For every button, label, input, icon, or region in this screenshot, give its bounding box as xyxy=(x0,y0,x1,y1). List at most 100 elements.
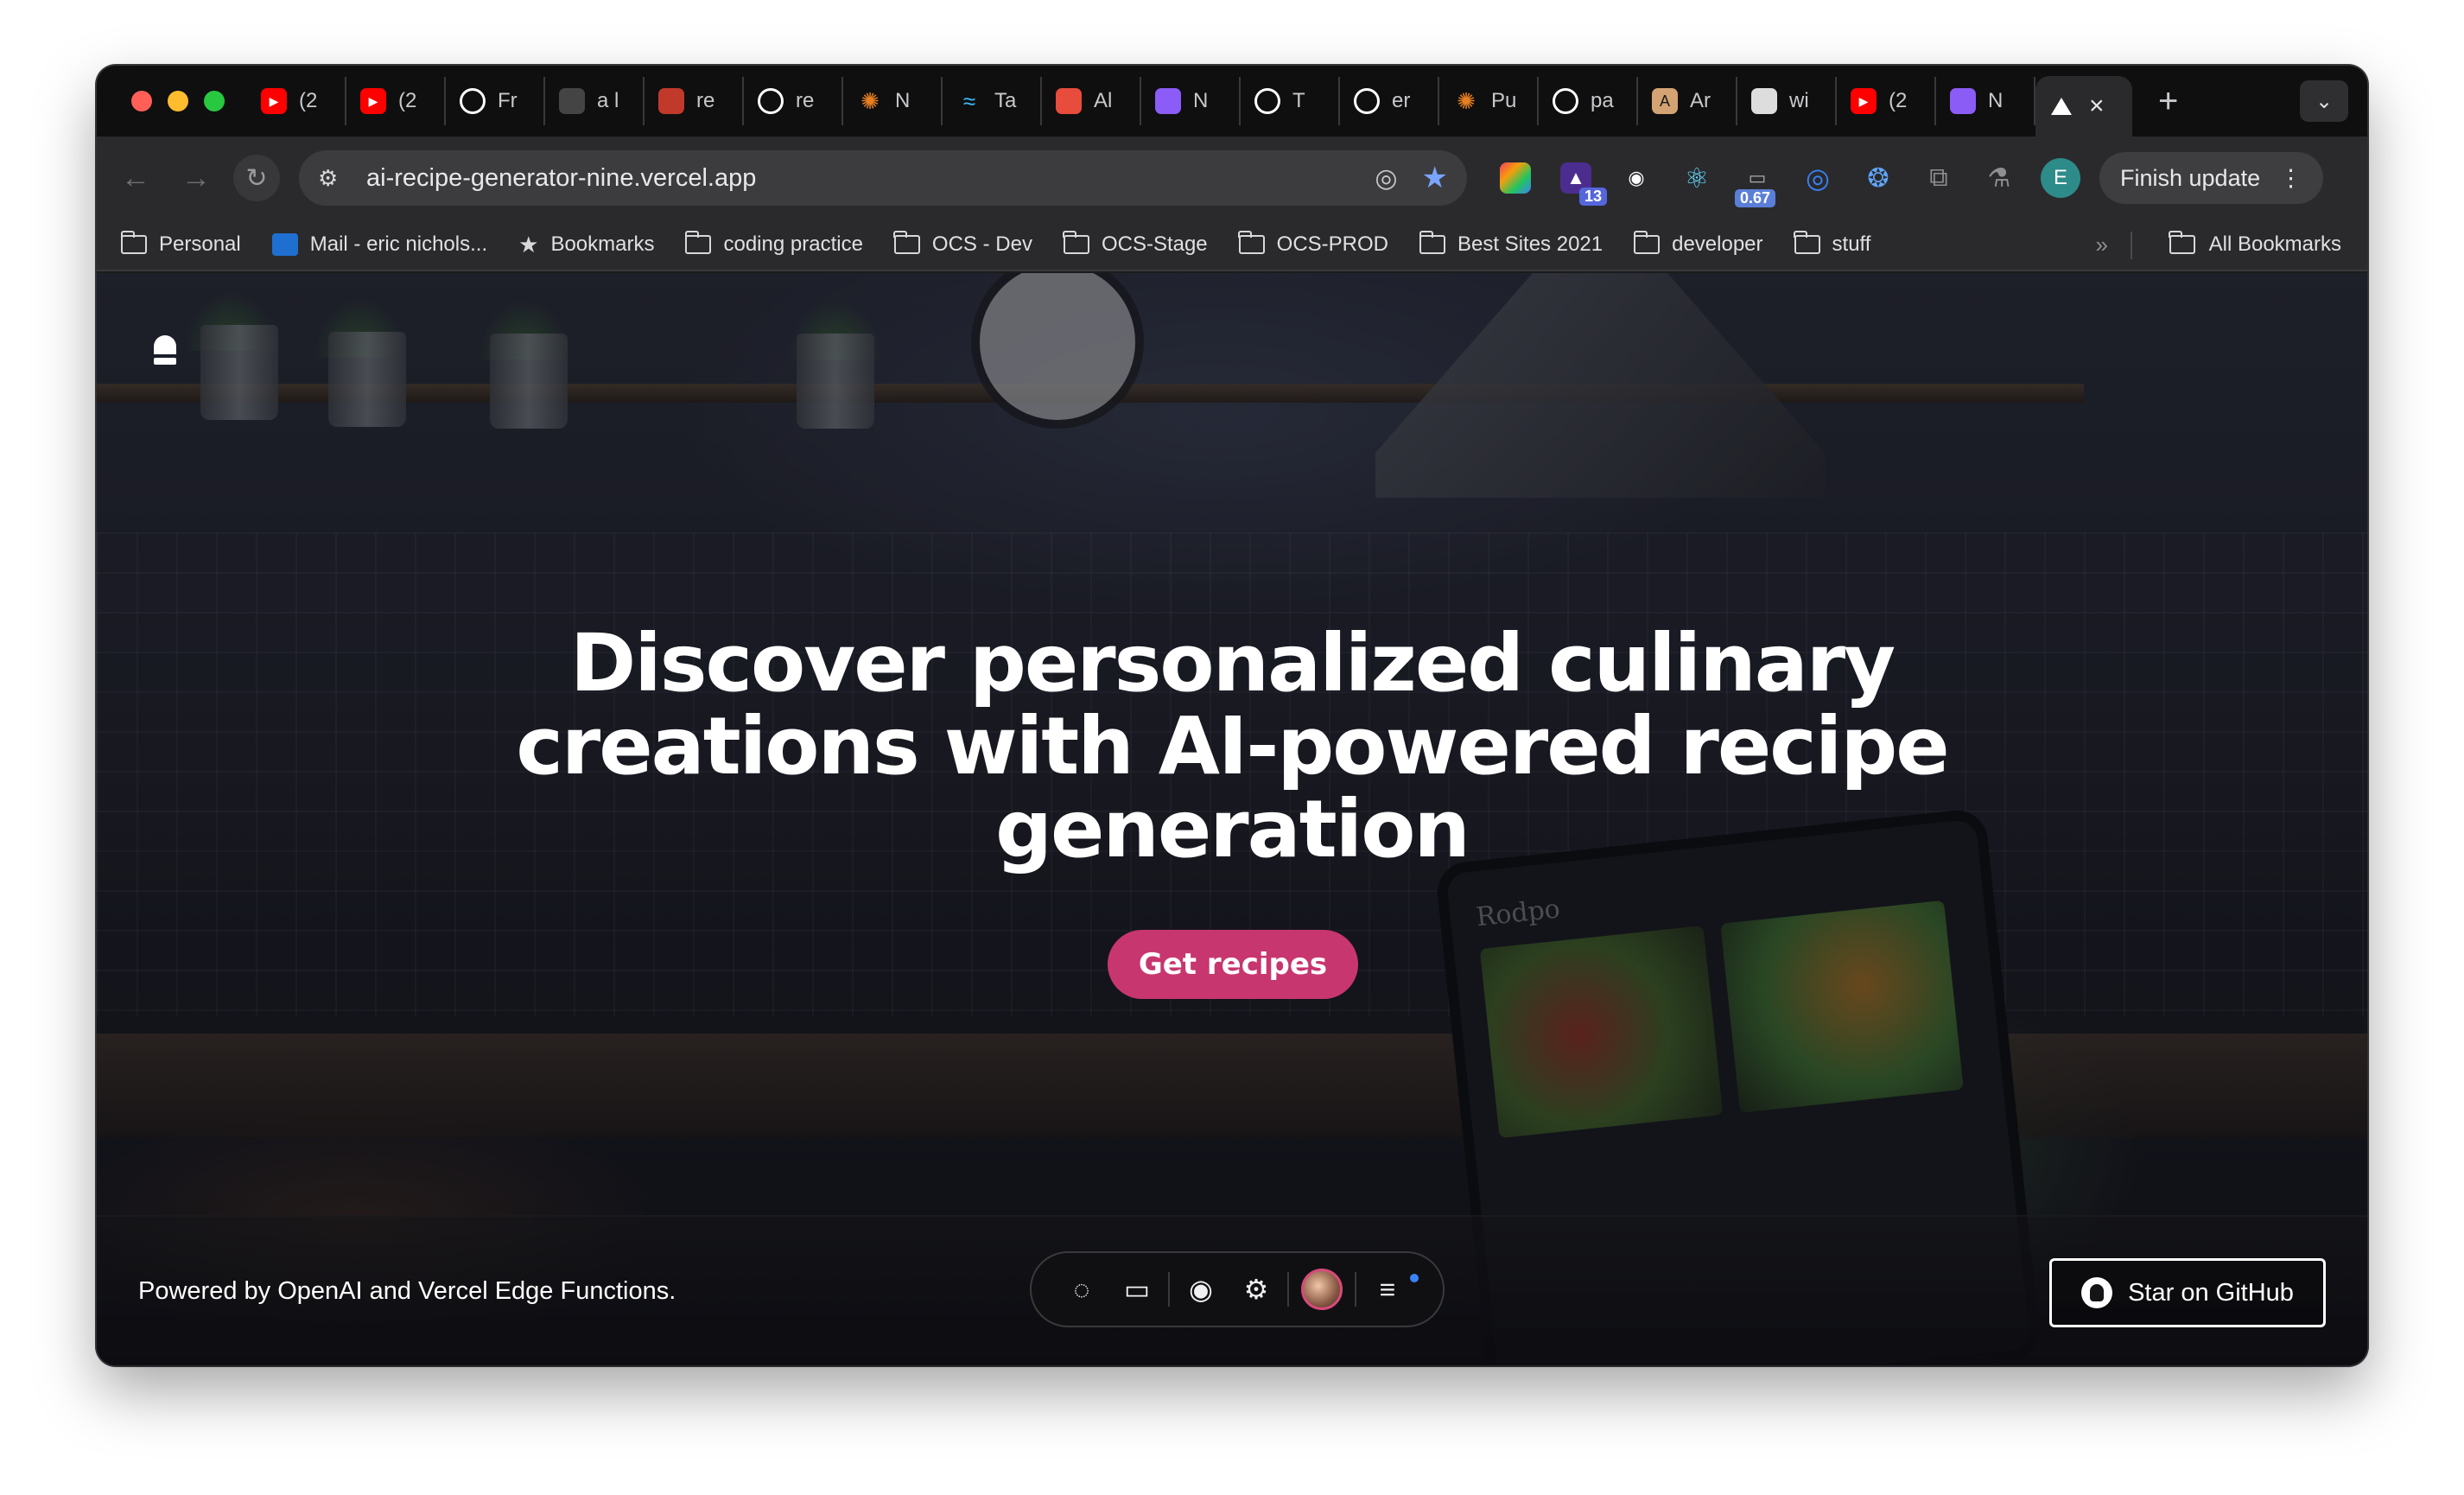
flask-labs-icon[interactable]: ⚗ xyxy=(1984,162,2015,194)
finish-update-button[interactable]: Finish update ⋮ xyxy=(2099,152,2324,204)
tab-title: Pu xyxy=(1491,89,1517,112)
eye-off-icon[interactable]: ◎ xyxy=(1375,163,1397,194)
extensions-area: ▲ 13 ◉ ⚛ ▭ 0.67 ◎ ❂ ⧉ ⚗ xyxy=(1500,162,2015,207)
blue-circle-extension-icon[interactable]: ◎ xyxy=(1802,162,1833,194)
hero-headline: Discover personalized culinary creations … xyxy=(97,622,2367,871)
tab-active[interactable]: × xyxy=(2035,76,2132,137)
tab[interactable]: T xyxy=(1241,77,1340,125)
grad-cap-extension-icon[interactable]: ▲ 13 xyxy=(1560,162,1607,206)
kebab-menu-icon: ⋮ xyxy=(2279,164,2303,191)
tab[interactable]: ≈ Ta xyxy=(943,77,1042,125)
app-icon xyxy=(1155,88,1181,114)
url-text[interactable]: ai-recipe-generator-nine.vercel.app xyxy=(366,164,1375,193)
score-extension-icon[interactable]: ▭ 0.67 xyxy=(1735,162,1776,207)
settings-icon[interactable]: ⚙ xyxy=(1229,1273,1284,1306)
tab[interactable]: Fr xyxy=(446,77,545,125)
bookmark-item[interactable]: OCS - Dev xyxy=(893,231,1032,257)
bookmark-label: developer xyxy=(1672,232,1763,256)
browser-window: ▶ (2 ▶ (2 Fr a l re re ✺ N ≈ Ta Al N Ter ✺ Pu pa A Ar wi ▶ (2 N… xyxy=(97,66,2367,1365)
folder-icon xyxy=(1794,231,1820,254)
sparkle-icon: ✺ xyxy=(1457,87,1476,114)
folder-icon xyxy=(1063,231,1089,254)
profile-avatar[interactable]: E xyxy=(2041,158,2080,198)
site-settings-icon[interactable]: ⚙ xyxy=(318,165,347,192)
forward-button[interactable]: → xyxy=(166,162,226,195)
folder-icon xyxy=(1238,231,1265,254)
youtube-icon: ▶ xyxy=(261,88,287,114)
bookmark-item[interactable]: OCS-Stage xyxy=(1063,231,1208,257)
inbox-icon[interactable]: ▭ xyxy=(1109,1273,1165,1306)
bookmark-item[interactable]: Personal xyxy=(120,231,241,257)
tab[interactable]: ▶ (2 xyxy=(1837,77,1936,125)
tab[interactable]: A Ar xyxy=(1638,77,1737,125)
tab[interactable]: a l xyxy=(545,77,645,125)
chat-icon[interactable]: ◌ xyxy=(1054,1274,1109,1306)
color-extension-icon[interactable] xyxy=(1500,162,1531,194)
menu-icon[interactable]: ≡ xyxy=(1360,1274,1415,1306)
tab-title: T xyxy=(1292,89,1305,112)
bookmark-item[interactable]: stuff xyxy=(1794,231,1870,257)
all-bookmarks-button[interactable]: All Bookmarks xyxy=(2169,231,2341,257)
bookmark-item[interactable]: OCS-PROD xyxy=(1238,231,1388,257)
lastpass-extension-icon[interactable]: ◉ xyxy=(1621,162,1652,194)
tab[interactable]: pa xyxy=(1539,77,1638,125)
page-footer: Powered by OpenAI and Vercel Edge Functi… xyxy=(97,1215,2367,1365)
toolbar-divider xyxy=(1355,1272,1356,1307)
bookmark-item[interactable]: Best Sites 2021 xyxy=(1419,231,1603,257)
close-tab-icon[interactable]: × xyxy=(2089,92,2105,121)
tab-title: re xyxy=(796,89,815,112)
tab[interactable]: N xyxy=(1936,77,2035,125)
tab-title: er xyxy=(1392,89,1411,112)
tab[interactable]: ✺ N xyxy=(843,77,943,125)
tab-title: (2 xyxy=(299,89,318,112)
github-icon xyxy=(1354,88,1380,114)
back-button[interactable]: ← xyxy=(105,162,166,195)
get-recipes-button[interactable]: Get recipes xyxy=(1108,930,1358,999)
tab[interactable]: re xyxy=(645,77,744,125)
bookmark-star-icon[interactable]: ★ xyxy=(1422,161,1448,195)
notification-dot xyxy=(1410,1274,1419,1282)
eye-icon[interactable]: ◉ xyxy=(1173,1273,1229,1306)
tab[interactable]: wi xyxy=(1737,77,1837,125)
minimize-window-button[interactable] xyxy=(168,91,188,111)
user-avatar[interactable] xyxy=(1301,1269,1343,1310)
folder-icon xyxy=(893,231,920,254)
bookmark-label: OCS-Stage xyxy=(1101,232,1208,256)
close-window-button[interactable] xyxy=(131,91,152,111)
tailwind-icon: ≈ xyxy=(962,87,976,114)
tab[interactable]: Al xyxy=(1042,77,1141,125)
tab[interactable]: er xyxy=(1340,77,1439,125)
tab-title: Ar xyxy=(1690,89,1711,112)
react-devtools-icon[interactable]: ⚛ xyxy=(1681,162,1712,194)
bookmark-label: OCS-PROD xyxy=(1276,232,1388,256)
folder-icon xyxy=(684,231,712,254)
puzzle-extensions-icon[interactable]: ⧉ xyxy=(1923,162,1954,194)
openai-extension-icon[interactable]: ❂ xyxy=(1863,162,1894,194)
maximize-window-button[interactable] xyxy=(204,91,225,111)
tab-search-button[interactable]: ⌄ xyxy=(2300,80,2348,122)
reload-button[interactable]: ↻ xyxy=(233,155,280,201)
notification-badge: 13 xyxy=(1578,188,1607,206)
tab-title: re xyxy=(696,89,715,112)
tab[interactable]: N xyxy=(1141,77,1241,125)
bookmark-label: Mail - eric nichols... xyxy=(309,232,488,256)
tab[interactable]: ✺ Pu xyxy=(1439,77,1539,125)
youtube-icon: ▶ xyxy=(1851,88,1877,114)
bookmark-item[interactable]: coding practice xyxy=(684,231,863,257)
tab[interactable]: ▶ (2 xyxy=(247,77,346,125)
tab[interactable]: re xyxy=(744,77,843,125)
all-bookmarks-label: All Bookmarks xyxy=(2208,232,2341,256)
tab[interactable]: ▶ (2 xyxy=(346,77,446,125)
app-icon xyxy=(1950,88,1976,114)
bookmark-item[interactable]: ★ Bookmarks xyxy=(518,232,654,258)
anthropic-icon: A xyxy=(1652,88,1678,114)
bookmark-item[interactable]: Mail - eric nichols... xyxy=(271,232,488,257)
bookmark-item[interactable]: developer xyxy=(1633,231,1763,257)
star-on-github-button[interactable]: Star on GitHub xyxy=(2049,1258,2326,1327)
github-icon xyxy=(1553,88,1578,114)
new-tab-button[interactable]: + xyxy=(2158,82,2178,121)
address-bar[interactable]: ⚙ ai-recipe-generator-nine.vercel.app ◎ … xyxy=(299,150,1467,206)
more-bookmarks-icon[interactable]: » xyxy=(2096,232,2108,258)
site-logo-icon[interactable] xyxy=(154,335,176,366)
app-icon xyxy=(1751,88,1777,114)
